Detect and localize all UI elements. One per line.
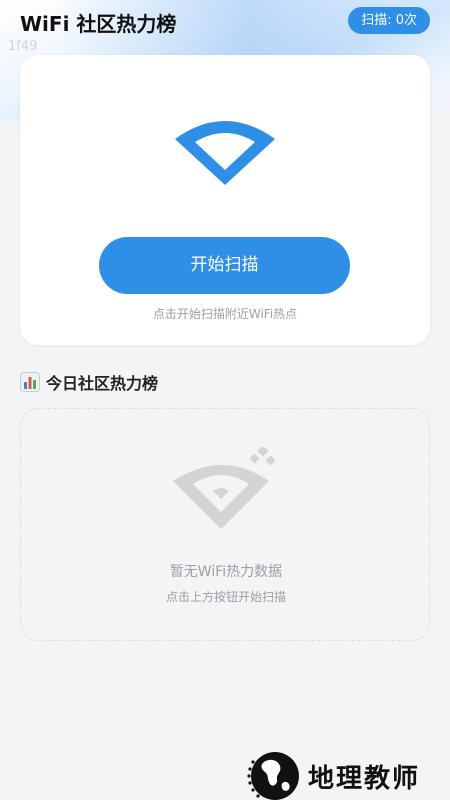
- scan-hint: 点击开始扫描附近WiFi热点: [152, 307, 298, 321]
- empty-state-subtitle: 点击上方按钮开始扫描: [165, 590, 286, 604]
- ranking-title: 今日社区热力榜: [46, 374, 159, 393]
- start-scan-button[interactable]: 开始扫描: [99, 237, 350, 294]
- empty-state-title: 暂无WiFi热力数据: [169, 564, 283, 580]
- bar-chart-icon: [20, 372, 40, 392]
- scan-count-badge: 扫描: 0次: [348, 7, 430, 34]
- watermark-text: 地理教师: [308, 763, 421, 794]
- app-header: WiFi 社区热力榜 扫描: 0次: [0, 0, 450, 44]
- app-title: WiFi 社区热力榜: [20, 12, 177, 36]
- wifi-icon: [175, 121, 275, 185]
- watermark: 地理教师: [240, 748, 420, 800]
- globe-logo-icon: [247, 752, 299, 800]
- wifi-off-icon: [173, 447, 276, 529]
- scan-card: 开始扫描 点击开始扫描附近WiFi热点: [20, 55, 430, 345]
- ranking-section-header: 今日社区热力榜: [20, 371, 158, 393]
- ranking-empty-state: 暂无WiFi热力数据 点击上方按钮开始扫描: [20, 408, 430, 641]
- faint-id-text: 1f49: [8, 39, 38, 54]
